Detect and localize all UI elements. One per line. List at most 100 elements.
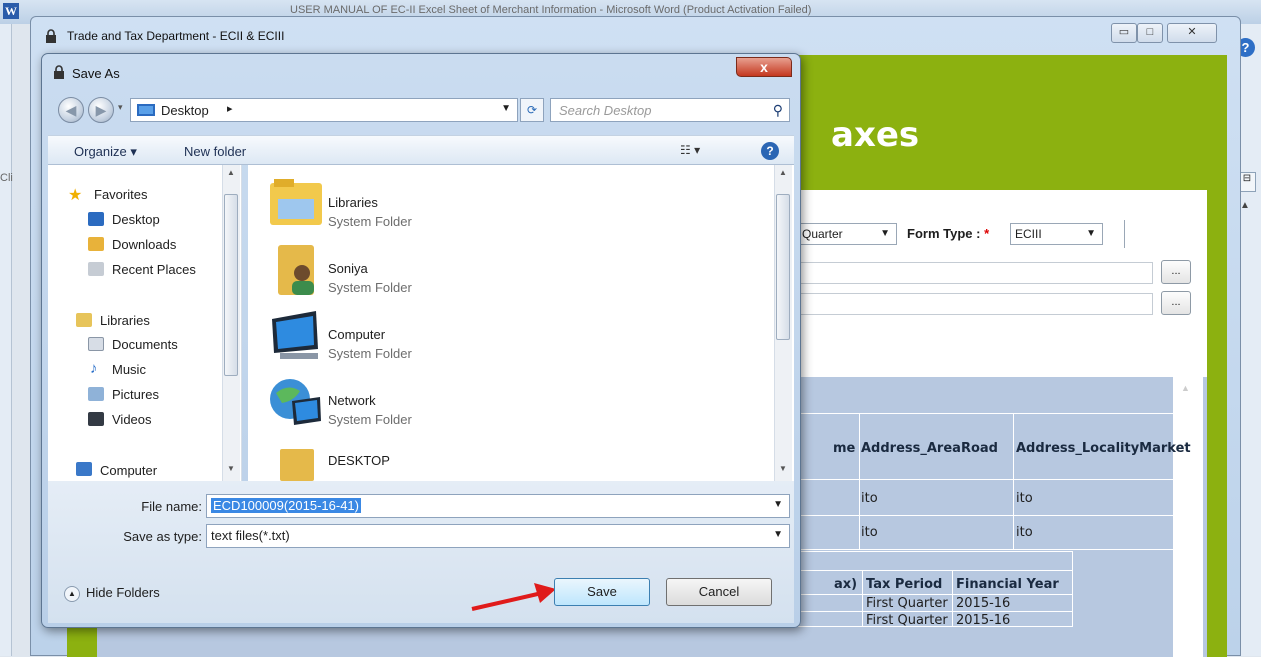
grid-line: [1013, 413, 1014, 549]
list-item[interactable]: Libraries System Folder: [248, 173, 768, 233]
table-cell: ito: [861, 525, 878, 540]
minimize-button[interactable]: ▭: [1111, 23, 1137, 43]
desktop-icon: [137, 104, 155, 116]
browse-button-2[interactable]: ...: [1161, 291, 1191, 315]
nav-item-downloads[interactable]: Downloads: [112, 237, 176, 252]
nav-item-desktop[interactable]: Desktop: [112, 212, 160, 227]
scroll-down-icon[interactable]: ▼: [227, 464, 235, 473]
dialog-help-icon[interactable]: ?: [761, 142, 779, 160]
recent-places-icon: [88, 262, 104, 276]
browse-button-1[interactable]: ...: [1161, 260, 1191, 284]
file-type: System Folder: [328, 280, 412, 295]
computer-icon: [76, 462, 92, 476]
file-path-input-1[interactable]: [797, 262, 1153, 284]
column-header: me: [833, 441, 856, 456]
dialog-lock-icon: [54, 65, 64, 79]
nav-item-documents[interactable]: Documents: [112, 337, 178, 352]
scroll-down-icon[interactable]: ▼: [779, 464, 787, 473]
table-cell: First Quarter: [866, 596, 948, 611]
file-name: Soniya: [328, 261, 368, 276]
list-item[interactable]: Computer System Folder: [248, 305, 768, 365]
new-folder-button[interactable]: New folder: [184, 144, 246, 159]
nav-item-recent-places[interactable]: Recent Places: [112, 262, 196, 277]
summary-table: ax) Tax Period Financial Year First Quar…: [797, 551, 1073, 628]
refresh-icon[interactable]: ⟳: [520, 98, 544, 122]
cancel-button[interactable]: Cancel: [666, 578, 772, 606]
nav-libraries[interactable]: Libraries: [100, 313, 150, 328]
chevron-down-icon[interactable]: ▼: [773, 499, 783, 510]
organize-button[interactable]: Organize ▾: [74, 144, 137, 160]
recent-locations-icon[interactable]: ▾: [118, 102, 123, 113]
dialog-close-button[interactable]: x: [736, 57, 792, 77]
search-icon: ⚲: [772, 102, 783, 118]
hide-folders-toggle[interactable]: ▲ Hide Folders: [64, 585, 160, 602]
downloads-icon: [88, 237, 104, 251]
file-name: DESKTOP: [328, 453, 390, 468]
breadcrumb-arrow-icon[interactable]: ▸: [227, 102, 233, 115]
form-divider: [1124, 220, 1125, 248]
nav-favorites[interactable]: Favorites: [94, 187, 147, 202]
list-item[interactable]: Network System Folder: [248, 371, 768, 431]
scroll-up-icon[interactable]: ▲: [1181, 383, 1190, 393]
nav-item-videos[interactable]: Videos: [112, 412, 152, 427]
table-cell: 2015-16: [956, 613, 1011, 628]
grid-line: [797, 413, 1173, 414]
scroll-up-icon[interactable]: ▲: [779, 168, 787, 177]
scroll-up-icon[interactable]: ▲: [1240, 200, 1250, 211]
chevron-down-icon[interactable]: ▼: [773, 529, 783, 540]
window-lock-icon: [46, 29, 56, 43]
search-input[interactable]: Search Desktop ⚲: [550, 98, 790, 122]
search-placeholder: Search Desktop: [559, 103, 652, 118]
word-window-title: USER MANUAL OF EC-II Excel Sheet of Merc…: [290, 4, 812, 16]
file-path-input-2[interactable]: [797, 293, 1153, 315]
word-app-icon: W: [3, 3, 19, 19]
form-type-value: ECIII: [1015, 227, 1042, 241]
form-type-select[interactable]: ECIII ▼: [1010, 223, 1103, 245]
desktop-icon: [88, 212, 104, 226]
file-list-scrollbar-thumb[interactable]: [776, 194, 790, 340]
nav-computer[interactable]: Computer: [100, 463, 157, 478]
folder-icon: [280, 449, 314, 481]
maximize-button[interactable]: □: [1137, 23, 1163, 43]
libraries-icon: [76, 313, 92, 327]
column-header: Address_LocalityMarket: [1016, 441, 1191, 456]
grid-line: [859, 413, 860, 549]
file-name-input[interactable]: ECD100009(2015-16-41) ▼: [206, 494, 790, 518]
column-header: Tax Period: [866, 577, 943, 592]
back-arrow-icon[interactable]: ◀: [58, 97, 84, 123]
forward-arrow-icon[interactable]: ▶: [88, 97, 114, 123]
chevron-down-icon: ▼: [880, 228, 890, 239]
star-icon: ★: [68, 187, 83, 204]
file-type: System Folder: [328, 412, 412, 427]
address-bar[interactable]: Desktop ▸ ▼: [130, 98, 518, 122]
view-options-icon[interactable]: ☷ ▾: [680, 143, 700, 157]
file-name: Network: [328, 393, 376, 408]
list-item[interactable]: DESKTOP: [248, 437, 768, 481]
form-type-label: Form Type : *: [907, 226, 990, 241]
window-controls: ▭ □ ✕: [1111, 23, 1223, 43]
column-header: ax): [834, 577, 858, 592]
grid-line: [798, 570, 1072, 571]
table-cell: ito: [1016, 491, 1033, 506]
nav-item-music[interactable]: Music: [112, 362, 146, 377]
chevron-down-icon[interactable]: ▼: [501, 103, 511, 114]
file-name: Libraries: [328, 195, 378, 210]
quarter-select[interactable]: Quarter ▼: [797, 223, 897, 245]
dialog-title: Save As: [72, 66, 120, 81]
list-item[interactable]: Soniya System Folder: [248, 239, 768, 299]
save-type-select[interactable]: text files(*.txt) ▼: [206, 524, 790, 548]
file-type: System Folder: [328, 346, 412, 361]
close-button[interactable]: ✕: [1167, 23, 1217, 43]
hide-folders-label: Hide Folders: [86, 585, 160, 600]
column-header: Address_AreaRoad: [861, 441, 998, 456]
grid-line: [798, 611, 1072, 612]
save-button[interactable]: Save: [554, 578, 650, 606]
grid-line: [798, 594, 1072, 595]
grid-scrollbar[interactable]: [1173, 377, 1203, 657]
nav-scrollbar-thumb[interactable]: [224, 194, 238, 376]
scroll-up-icon[interactable]: ▲: [227, 168, 235, 177]
grid-line: [952, 570, 953, 626]
table-cell: ito: [861, 491, 878, 506]
nav-item-pictures[interactable]: Pictures: [112, 387, 159, 402]
chevron-up-icon: ▲: [64, 585, 80, 602]
